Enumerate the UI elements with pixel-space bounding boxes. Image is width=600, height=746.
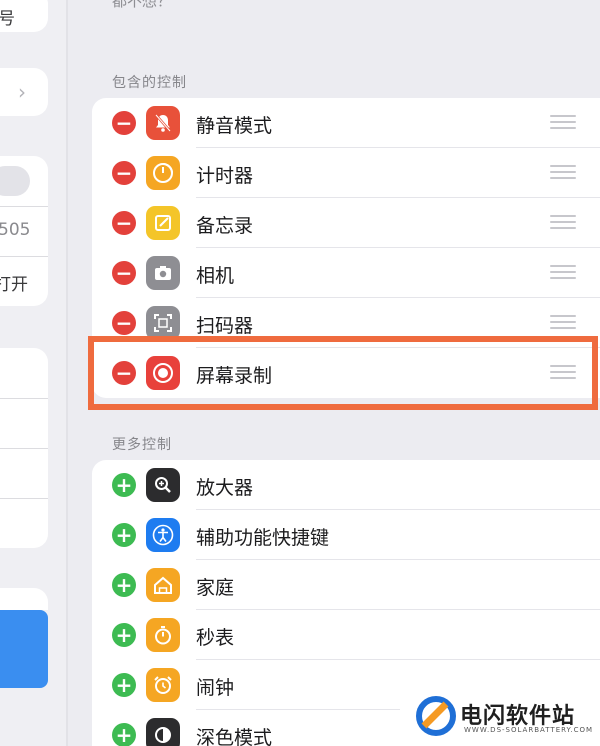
- row-label: 相机: [196, 265, 235, 287]
- bell-slash-icon: [146, 106, 180, 140]
- dark-mode-icon: [146, 718, 180, 746]
- notes-icon: [146, 206, 180, 240]
- watermark-subtitle: WWW.DS-SOLARBATTERY.COM: [464, 726, 594, 734]
- row-label: 扫码器: [196, 315, 254, 337]
- qr-scanner-icon: [146, 306, 180, 340]
- timer-icon: [146, 156, 180, 190]
- left-blue-button[interactable]: [0, 610, 48, 688]
- left-card: [0, 588, 48, 610]
- divider: [0, 398, 48, 399]
- control-row-timer[interactable]: − 计时器: [92, 148, 600, 198]
- included-controls-header: 包含的控制: [112, 75, 187, 91]
- divider: [0, 256, 48, 257]
- remove-button[interactable]: −: [112, 261, 136, 285]
- row-label: 辅助功能快捷键: [196, 527, 330, 549]
- control-row-stopwatch[interactable]: + 秒表: [92, 610, 600, 660]
- divider: [0, 448, 48, 449]
- more-controls-header: 更多控制: [112, 437, 172, 453]
- reorder-handle-icon[interactable]: [550, 215, 576, 229]
- camera-icon: [146, 256, 180, 290]
- remove-button[interactable]: −: [112, 311, 136, 335]
- add-button[interactable]: +: [112, 673, 136, 697]
- row-label: 家庭: [196, 577, 235, 599]
- left-settings-group: 505 打开: [0, 156, 48, 306]
- row-label: 闹钟: [196, 677, 235, 699]
- left-pane: 号 › 505 打开: [0, 0, 66, 746]
- left-settings-group: [0, 348, 48, 548]
- control-row-camera[interactable]: − 相机: [92, 248, 600, 298]
- left-value: 505: [0, 220, 31, 240]
- reorder-handle-icon[interactable]: [550, 265, 576, 279]
- chevron-right-icon: ›: [18, 80, 26, 104]
- left-nav-row[interactable]: ›: [0, 68, 48, 116]
- add-button[interactable]: +: [112, 573, 136, 597]
- reorder-handle-icon[interactable]: [550, 315, 576, 329]
- control-row-notes[interactable]: − 备忘录: [92, 198, 600, 248]
- control-row-magnifier[interactable]: + 放大器: [92, 460, 600, 510]
- row-label: 深色模式: [196, 727, 273, 746]
- reorder-handle-icon[interactable]: [550, 115, 576, 129]
- add-button[interactable]: +: [112, 623, 136, 647]
- remove-button[interactable]: −: [112, 111, 136, 135]
- pane-divider: [66, 0, 68, 746]
- add-button[interactable]: +: [112, 723, 136, 746]
- row-label: 静音模式: [196, 115, 273, 137]
- screen-recording-highlight: [88, 336, 598, 410]
- reorder-handle-icon[interactable]: [550, 165, 576, 179]
- add-button[interactable]: +: [112, 523, 136, 547]
- top-partial-text: 都不想？: [112, 0, 173, 10]
- alarm-icon: [146, 668, 180, 702]
- row-label: 秒表: [196, 627, 235, 649]
- left-card[interactable]: 号: [0, 0, 48, 32]
- magnifier-icon: [146, 468, 180, 502]
- divider: [0, 498, 48, 499]
- divider: [0, 206, 48, 207]
- left-value: 打开: [0, 275, 28, 295]
- accessibility-icon: [146, 518, 180, 552]
- watermark-logo-icon: [416, 696, 456, 736]
- remove-button[interactable]: −: [112, 161, 136, 185]
- control-row-accessibility-shortcut[interactable]: + 辅助功能快捷键: [92, 510, 600, 560]
- home-icon: [146, 568, 180, 602]
- toggle-switch[interactable]: [0, 166, 30, 196]
- control-row-mute[interactable]: − 静音模式: [92, 98, 600, 148]
- stopwatch-icon: [146, 618, 180, 652]
- left-fragment: 号: [0, 9, 15, 29]
- row-label: 备忘录: [196, 215, 254, 237]
- add-button[interactable]: +: [112, 473, 136, 497]
- watermark: 电闪软件站 WWW.DS-SOLARBATTERY.COM: [400, 688, 600, 746]
- remove-button[interactable]: −: [112, 211, 136, 235]
- row-label: 放大器: [196, 477, 254, 499]
- row-label: 计时器: [196, 165, 254, 187]
- control-row-home[interactable]: + 家庭: [92, 560, 600, 610]
